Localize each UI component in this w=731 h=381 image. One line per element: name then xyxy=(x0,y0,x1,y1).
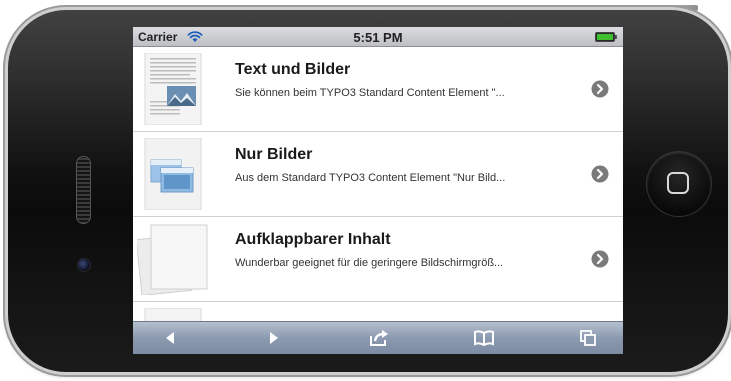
images-only-thumbnail xyxy=(144,138,202,210)
item-title: Text und Bilder xyxy=(235,61,351,78)
list-item[interactable]: Aufklappbarer Inhalt Wunderbar geeignet … xyxy=(133,217,623,302)
home-button[interactable] xyxy=(647,152,711,216)
item-description: Sie können beim TYPO3 Standard Content E… xyxy=(235,87,505,99)
home-square-icon xyxy=(667,172,689,194)
text-and-image-thumbnail xyxy=(144,53,202,125)
earpiece-speaker xyxy=(76,156,91,224)
bookmarks-icon xyxy=(474,330,494,346)
chevron-right-icon[interactable] xyxy=(591,165,609,183)
share-button[interactable] xyxy=(364,326,394,350)
content-list[interactable]: Text und Bilder Sie können beim TYPO3 St… xyxy=(133,47,623,321)
list-item[interactable]: Text und Bilder Sie können beim TYPO3 St… xyxy=(133,47,623,132)
forward-icon xyxy=(270,332,278,344)
accordion-content-thumbnail xyxy=(137,224,208,295)
device-frame: Carrier 5:51 PM Text und Bilder Sie könn… xyxy=(0,0,731,381)
tabs-button[interactable] xyxy=(573,326,603,350)
status-time: 5:51 PM xyxy=(353,30,403,45)
back-icon xyxy=(166,332,174,344)
item-title: Aufklappbarer Inhalt xyxy=(235,231,391,248)
share-icon xyxy=(370,330,388,346)
chevron-right-icon[interactable] xyxy=(591,250,609,268)
bookmarks-button[interactable] xyxy=(469,326,499,350)
tabs-icon xyxy=(580,330,596,346)
partial-thumbnail xyxy=(144,308,202,321)
front-camera-icon xyxy=(78,259,90,271)
chevron-right-icon[interactable] xyxy=(591,80,609,98)
status-bar: Carrier 5:51 PM xyxy=(133,27,623,47)
screen: Carrier 5:51 PM Text und Bilder Sie könn… xyxy=(133,27,623,354)
item-description: Wunderbar geeignet für die geringere Bil… xyxy=(235,257,504,269)
browser-toolbar xyxy=(133,321,623,354)
item-description: Aus dem Standard TYPO3 Content Element "… xyxy=(235,172,506,184)
item-title: Nur Bilder xyxy=(235,146,313,163)
list-item[interactable]: Nur Bilder Aus dem Standard TYPO3 Conten… xyxy=(133,132,623,217)
battery-full-icon xyxy=(595,32,617,42)
forward-button[interactable] xyxy=(259,326,289,350)
list-item[interactable] xyxy=(133,302,623,321)
back-button[interactable] xyxy=(155,326,185,350)
